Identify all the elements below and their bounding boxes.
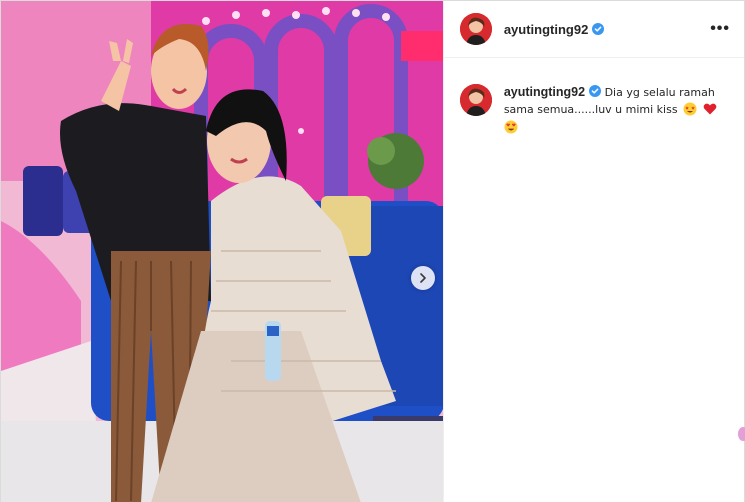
caption: ayutingting92 Dia yg selalu ramah sama s… (504, 84, 729, 135)
verified-badge-icon (592, 23, 605, 35)
post-header: ayutingting92 ••• (443, 1, 744, 58)
verified-badge-icon (589, 85, 602, 97)
caption-avatar[interactable] (459, 84, 492, 116)
star-struck-emoji-icon (683, 102, 697, 116)
red-heart-icon (703, 103, 716, 115)
more-options-button[interactable]: ••• (710, 21, 730, 37)
edge-indicator (738, 427, 745, 441)
avatar-image (459, 84, 492, 116)
carousel-next-button[interactable] (411, 266, 435, 290)
instagram-post: ayutingting92 ••• ayutingting92 Dia yg s… (0, 0, 745, 502)
avatar[interactable] (459, 13, 492, 45)
post-username[interactable]: ayutingting92 (504, 22, 589, 37)
post-media[interactable] (1, 1, 443, 502)
post-photo (1, 1, 443, 502)
caption-username[interactable]: ayutingting92 (504, 85, 585, 99)
post-side-panel: ayutingting92 ••• ayutingting92 Dia yg s… (442, 1, 745, 502)
heart-eyes-emoji-icon (504, 120, 518, 134)
caption-comment: ayutingting92 Dia yg selalu ramah sama s… (444, 58, 744, 135)
avatar-image (459, 13, 492, 45)
chevron-right-icon (420, 273, 426, 283)
